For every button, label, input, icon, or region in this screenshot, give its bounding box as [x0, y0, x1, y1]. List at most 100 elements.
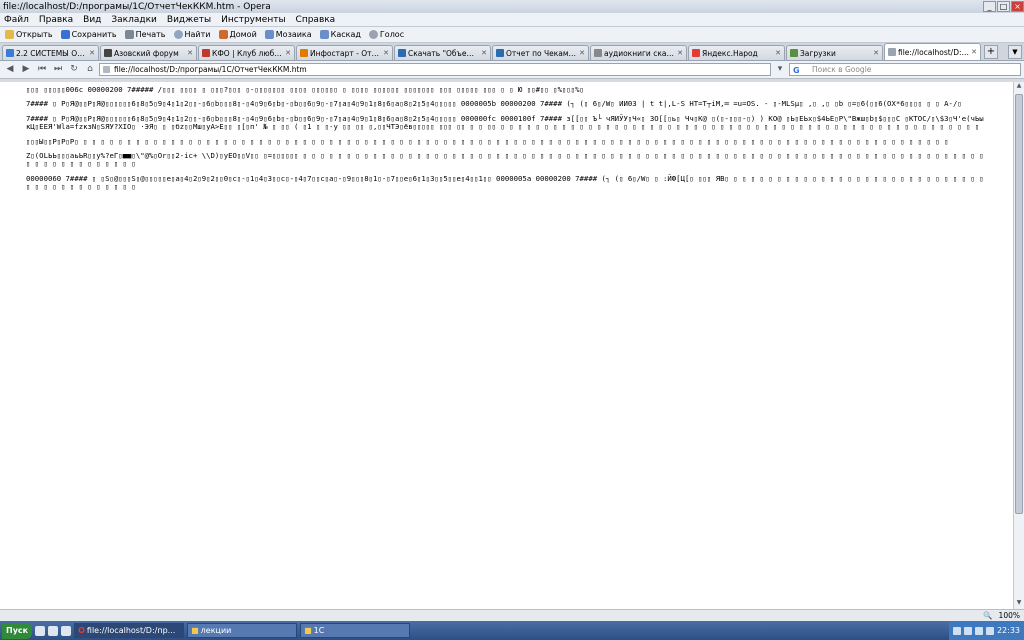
- content-line: 7#### ▯ Р▯Я@▯▯Р▯Я@▯▯▯▯▯▯6▯8▯5▯9▯4▯1▯2▯▯-…: [26, 113, 984, 132]
- page-content: ▯▯▯ ▯▯▯▯▯006с 00000200 7##### /▯▯▯ ▯▯▯▯ …: [0, 82, 1013, 609]
- taskbar: Пуск Ofile://localhost/D:/пр... ■ лекции …: [0, 621, 1024, 640]
- tab-close-icon[interactable]: ✕: [775, 49, 781, 57]
- opera-icon: O: [78, 626, 85, 635]
- zoom-icon[interactable]: 🔍: [983, 611, 992, 620]
- search-input[interactable]: G Поиск в Google: [789, 63, 1021, 76]
- menu-widgets[interactable]: Виджеты: [167, 15, 211, 25]
- favicon-icon: [594, 49, 602, 57]
- tab-item[interactable]: 2.2 СИСТЕМЫ ОПЛ...✕: [2, 45, 99, 60]
- new-tab-button[interactable]: +: [984, 45, 998, 59]
- favicon-icon: [202, 49, 210, 57]
- menu-edit[interactable]: Правка: [39, 15, 73, 25]
- tab-close-icon[interactable]: ✕: [873, 49, 879, 57]
- favicon-icon: [104, 49, 112, 57]
- tab-list-button[interactable]: ▼: [1008, 45, 1022, 59]
- tab-item[interactable]: аудиокниги скачат...✕: [590, 45, 687, 60]
- find-button[interactable]: Найти: [171, 28, 214, 42]
- tray-icon[interactable]: [974, 626, 983, 635]
- favicon-icon: [888, 48, 896, 56]
- system-tray: 22:33: [948, 621, 1024, 640]
- back-icon[interactable]: ◀: [3, 63, 17, 76]
- menu-file[interactable]: Файл: [4, 15, 29, 25]
- tile-icon: [264, 30, 274, 39]
- tile-button[interactable]: Мозаика: [262, 28, 315, 42]
- scroll-up-icon[interactable]: ▲: [1014, 82, 1024, 92]
- window-controls: _ □ ×: [983, 1, 1024, 12]
- close-button[interactable]: ×: [1011, 1, 1024, 12]
- tray-icon[interactable]: [963, 626, 972, 635]
- tab-item-active[interactable]: file://localhost/D:/п... ✕: [884, 43, 981, 60]
- home-button[interactable]: Домой: [216, 28, 260, 42]
- clock[interactable]: 22:33: [997, 626, 1020, 635]
- taskbar-item-opera[interactable]: Ofile://localhost/D:/пр...: [74, 623, 185, 638]
- tab-close-icon[interactable]: ✕: [285, 49, 291, 57]
- tab-close-icon[interactable]: ✕: [383, 49, 389, 57]
- tab-item[interactable]: Азовский форум ✕: [100, 45, 197, 60]
- tab-close-icon[interactable]: ✕: [971, 48, 977, 56]
- status-bar: 🔍 100%: [0, 609, 1024, 621]
- tab-bar: 2.2 СИСТЕМЫ ОПЛ...✕ Азовский форум✕ КФО …: [0, 43, 1024, 61]
- home-icon: [218, 30, 228, 39]
- menu-bookmarks[interactable]: Закладки: [111, 15, 157, 25]
- url-input[interactable]: file://localhost/D:/програмы/1С/ОтчетЧек…: [99, 63, 771, 76]
- tab-close-icon[interactable]: ✕: [89, 49, 95, 57]
- favicon-icon: [6, 49, 14, 57]
- scroll-down-icon[interactable]: ▼: [1014, 599, 1024, 609]
- address-bar: ◀ ▶ ⏮ ⏭ ↻ ⌂ file://localhost/D:/програмы…: [0, 61, 1024, 79]
- favicon-icon: [692, 49, 700, 57]
- print-button[interactable]: Печать: [122, 28, 169, 42]
- content-line: Z▯(ОLЬЬ▯▯▯аьЬR▯▯y%?еГ▯■■▯\"@%▯Or▯▯2-іс+ …: [26, 151, 984, 169]
- start-button[interactable]: Пуск: [2, 622, 33, 639]
- menu-bar: Файл Правка Вид Закладки Виджеты Инструм…: [0, 13, 1024, 27]
- save-button[interactable]: Сохранить: [58, 28, 120, 42]
- zoom-level[interactable]: 100%: [999, 611, 1020, 620]
- cascade-icon: [319, 30, 329, 39]
- minimize-button[interactable]: _: [983, 1, 996, 12]
- menu-tools[interactable]: Инструменты: [221, 15, 285, 25]
- url-dropdown-icon[interactable]: ▾: [773, 63, 787, 76]
- quicklaunch-icon[interactable]: [48, 625, 59, 636]
- magnifier-icon: [173, 30, 183, 39]
- main-toolbar: Открыть Сохранить Печать Найти Домой Моз…: [0, 27, 1024, 43]
- tab-close-icon[interactable]: ✕: [579, 49, 585, 57]
- content-line: 7#### ▯ Р▯Я@▯▯Р▯Я@▯▯▯▯▯▯6▯8▯5▯9▯4▯1▯2▯▯-…: [26, 99, 962, 109]
- taskbar-item-1c[interactable]: ■ 1С: [300, 623, 411, 638]
- tab-item[interactable]: Загрузки ✕: [786, 45, 883, 60]
- voice-button[interactable]: Голос: [366, 28, 407, 42]
- tab-close-icon[interactable]: ✕: [481, 49, 487, 57]
- open-button[interactable]: Открыть: [2, 28, 56, 42]
- maximize-button[interactable]: □: [997, 1, 1010, 12]
- google-icon: G: [793, 66, 800, 75]
- tray-icon[interactable]: [985, 626, 994, 635]
- menu-help[interactable]: Справка: [296, 15, 336, 25]
- taskbar-item-folder[interactable]: ■ лекции: [187, 623, 298, 638]
- cascade-button[interactable]: Каскад: [317, 28, 364, 42]
- content-line: ▯▯▯ ▯▯▯▯▯006с 00000200 7##### /▯▯▯ ▯▯▯▯ …: [26, 85, 584, 94]
- scroll-thumb[interactable]: [1015, 94, 1023, 514]
- quicklaunch-icon[interactable]: [61, 625, 72, 636]
- vertical-scrollbar[interactable]: ▲ ▼: [1013, 82, 1024, 609]
- window-title: file://localhost/D:/програмы/1С/ОтчетЧек…: [3, 1, 271, 12]
- tab-item[interactable]: Яндекс.Народ ✕: [688, 45, 785, 60]
- favicon-icon: [300, 49, 308, 57]
- menu-view[interactable]: Вид: [83, 15, 101, 25]
- favicon-icon: [496, 49, 504, 57]
- tab-item[interactable]: Инфостарт - Ответ...✕: [296, 45, 393, 60]
- home-icon[interactable]: ⌂: [83, 63, 97, 76]
- tab-close-icon[interactable]: ✕: [677, 49, 683, 57]
- tab-item[interactable]: Скачать "Объедин...✕: [394, 45, 491, 60]
- microphone-icon: [368, 30, 378, 39]
- tab-item[interactable]: КФО | Клуб любит... ✕: [198, 45, 295, 60]
- floppy-icon: [60, 30, 70, 39]
- tray-icon[interactable]: [952, 626, 961, 635]
- fast-forward-icon[interactable]: ⏭: [51, 63, 65, 76]
- printer-icon: [124, 30, 134, 39]
- favicon-icon: [398, 49, 406, 57]
- content-line: ▯▯▯Ы▯▯Р▯Р▯Р▯ ▯ ▯ ▯ ▯ ▯ ▯ ▯ ▯ ▯ ▯ ▯ ▯ ▯ ▯…: [26, 136, 949, 146]
- rewind-icon[interactable]: ⏮: [35, 63, 49, 76]
- tab-item[interactable]: Отчет по Чекам ККМ✕: [492, 45, 589, 60]
- tab-close-icon[interactable]: ✕: [187, 49, 193, 57]
- quicklaunch-icon[interactable]: [35, 625, 46, 636]
- reload-icon[interactable]: ↻: [67, 63, 81, 76]
- forward-icon[interactable]: ▶: [19, 63, 33, 76]
